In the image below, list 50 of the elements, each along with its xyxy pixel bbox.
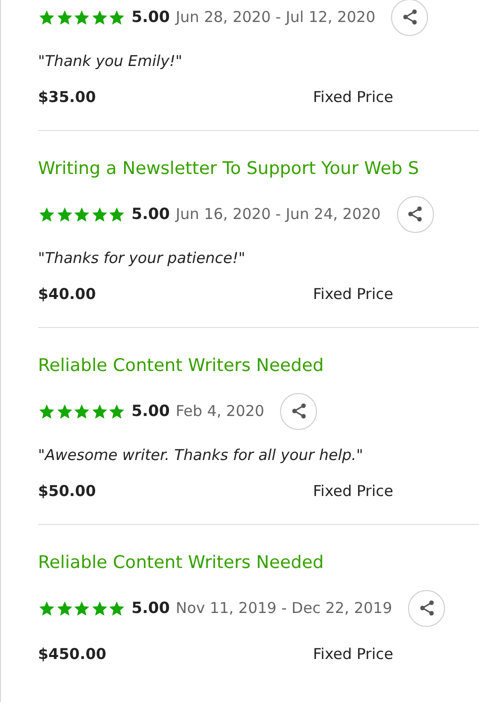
- star-icon: [38, 402, 56, 420]
- star-icon: [108, 600, 126, 616]
- share-icon: [290, 402, 308, 420]
- date-range: Feb 4, 2020: [176, 402, 264, 420]
- price-type: Fixed Price: [313, 645, 394, 663]
- star-icon: [73, 402, 90, 420]
- star-icon: [90, 8, 108, 26]
- star-icon: [56, 206, 73, 222]
- price: $50.00: [38, 482, 97, 500]
- share-button[interactable]: [396, 196, 434, 232]
- price: $35.00: [38, 88, 97, 106]
- price-type: Fixed Price: [313, 88, 394, 106]
- price-type: Fixed Price: [313, 285, 394, 303]
- date-range: Nov 11, 2019 - Dec 22, 2019: [176, 599, 392, 617]
- star-icon: [73, 206, 90, 222]
- share-icon: [418, 599, 436, 617]
- rating-score: 5.00: [132, 205, 170, 223]
- star-icon: [108, 8, 126, 26]
- star-icon: [90, 600, 108, 616]
- share-button[interactable]: [408, 590, 446, 626]
- price: $450.00: [38, 645, 108, 663]
- rating-score: 5.00: [132, 8, 170, 26]
- star-icon: [108, 402, 126, 420]
- share-icon: [406, 205, 424, 223]
- star-icon: [38, 206, 56, 222]
- job-title-link[interactable]: Writing a Newsletter To Support Your Web S: [38, 155, 479, 183]
- job-title-link[interactable]: Reliable Content Writers Needed: [38, 352, 479, 380]
- review-quote: "Awesome writer. Thanks for all your help.": [38, 446, 364, 464]
- price-type: Fixed Price: [313, 482, 394, 500]
- review-quote: "Thank you Emily!": [38, 52, 184, 70]
- star-icon: [90, 402, 108, 420]
- star-icon: [108, 206, 126, 222]
- share-icon: [400, 8, 419, 26]
- star-icon: [73, 600, 90, 616]
- rating-score: 5.00: [132, 402, 170, 420]
- star-icon: [38, 600, 56, 616]
- job-title-link[interactable]: Reliable Content Writers Needed: [38, 549, 479, 577]
- star-icon: [56, 402, 73, 420]
- price: $40.00: [38, 285, 97, 303]
- star-icon: [56, 600, 73, 616]
- star-icon: [56, 8, 73, 26]
- share-button[interactable]: [280, 392, 318, 430]
- star-icon: [90, 206, 108, 222]
- rating-score: 5.00: [132, 599, 170, 617]
- review-quote: "Thanks for your patience!": [38, 249, 246, 267]
- star-icon: [73, 8, 90, 26]
- date-range: Jun 16, 2020 - Jun 24, 2020: [176, 205, 381, 223]
- date-range: Jun 28, 2020 - Jul 12, 2020: [176, 8, 376, 26]
- share-button[interactable]: [391, 0, 428, 36]
- star-icon: [38, 8, 56, 26]
